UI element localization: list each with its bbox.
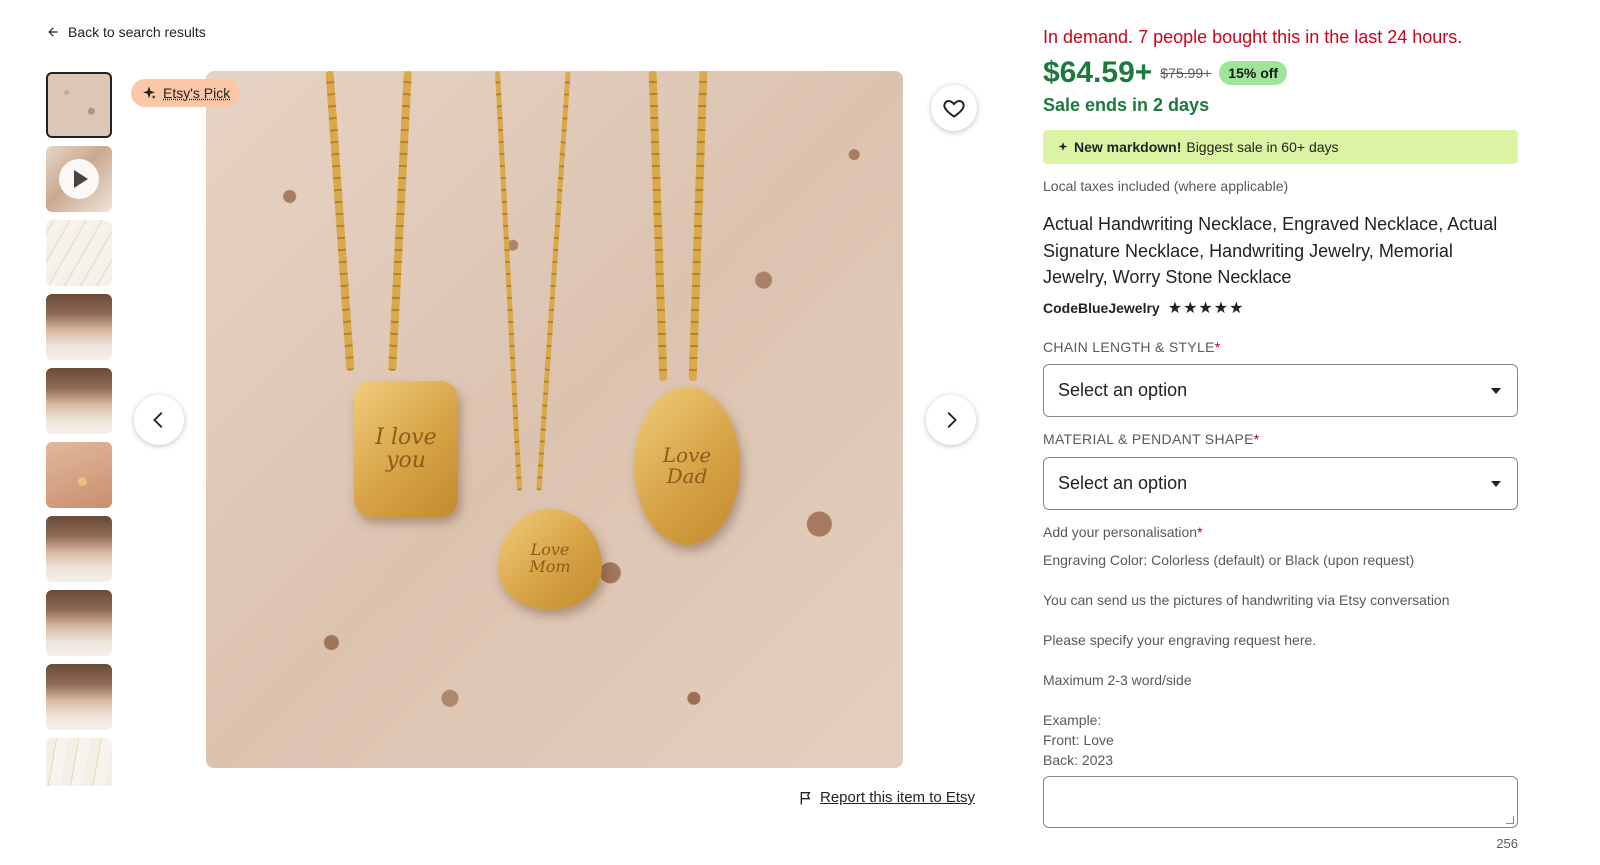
chain-option-label-text: CHAIN LENGTH & STYLE bbox=[1043, 339, 1215, 355]
next-image-button[interactable] bbox=[926, 395, 976, 445]
resize-handle-icon[interactable] bbox=[1506, 816, 1514, 824]
previous-image-button[interactable] bbox=[134, 395, 184, 445]
shop-name-link[interactable]: CodeBlueJewelry bbox=[1043, 300, 1160, 316]
demand-notice: In demand. 7 people bought this in the l… bbox=[1043, 27, 1463, 47]
chain bbox=[325, 71, 355, 371]
pendant-right-engraving: Love Dad bbox=[662, 443, 712, 488]
character-counter: 256 bbox=[1496, 836, 1518, 851]
material-option-label-text: MATERIAL & PENDANT SHAPE bbox=[1043, 431, 1254, 447]
taxes-note: Local taxes included (where applicable) bbox=[1043, 178, 1289, 194]
chevron-right-icon bbox=[947, 412, 957, 428]
back-link-label: Back to search results bbox=[68, 24, 206, 40]
rating-stars: ★★★★★ bbox=[1167, 300, 1245, 317]
required-mark: * bbox=[1197, 524, 1203, 540]
instruction-line: Please specify your engraving request he… bbox=[1043, 632, 1317, 648]
markdown-bold: New markdown! bbox=[1074, 139, 1182, 155]
thumbnail-1[interactable] bbox=[46, 72, 112, 138]
discount-badge: 15% off bbox=[1219, 61, 1288, 85]
pendant-middle-engraving: Love Mom bbox=[529, 540, 571, 576]
thumbnail-6[interactable] bbox=[46, 442, 112, 508]
shop-info: CodeBlueJewelry ★★★★★ bbox=[1043, 298, 1244, 318]
chevron-left-icon bbox=[153, 412, 163, 428]
thumbnail-3[interactable] bbox=[46, 220, 112, 286]
material-select-value: Select an option bbox=[1058, 473, 1188, 493]
instruction-line: You can send us the pictures of handwrit… bbox=[1043, 592, 1450, 608]
personalisation-label-text: Add your personalisation bbox=[1043, 524, 1198, 540]
pendant-left-engraving: I love you bbox=[375, 424, 437, 473]
chain-length-select[interactable]: Select an option bbox=[1043, 364, 1518, 417]
arrow-left-icon bbox=[48, 27, 58, 37]
etsys-pick-badge[interactable]: Etsy's Pick bbox=[131, 79, 241, 107]
back-to-search-link[interactable]: Back to search results bbox=[46, 24, 206, 40]
play-icon bbox=[59, 159, 99, 199]
chain bbox=[648, 71, 668, 382]
sale-ends-text: Sale ends in 2 days bbox=[1043, 95, 1210, 115]
required-mark: * bbox=[1214, 339, 1221, 355]
caret-down-icon bbox=[1491, 387, 1501, 394]
caret-down-icon bbox=[1491, 480, 1501, 487]
thumbnail-2-video[interactable] bbox=[46, 146, 112, 212]
product-title: Actual Handwriting Necklace, Engraved Ne… bbox=[1043, 214, 1498, 287]
favorite-button[interactable] bbox=[931, 85, 977, 131]
required-mark: * bbox=[1253, 431, 1260, 447]
etsys-pick-label: Etsy's Pick bbox=[163, 85, 231, 101]
example-line: Front: Love bbox=[1043, 732, 1114, 748]
chain bbox=[495, 71, 522, 491]
thumbnail-7[interactable] bbox=[46, 516, 112, 582]
chain bbox=[388, 71, 412, 372]
sparkle-icon bbox=[1058, 142, 1068, 151]
heart-icon bbox=[943, 99, 965, 118]
report-item-link[interactable]: Report this item to Etsy bbox=[798, 789, 975, 806]
flag-icon bbox=[800, 791, 811, 805]
thumbnail-9[interactable] bbox=[46, 664, 112, 730]
price-row: $64.59+ $75.99+ 15% off bbox=[1043, 56, 1288, 90]
thumbnail-8[interactable] bbox=[46, 590, 112, 656]
thumbnail-10[interactable] bbox=[46, 738, 112, 786]
sale-price: $64.59+ bbox=[1043, 56, 1153, 89]
markdown-banner: New markdown! Biggest sale in 60+ days bbox=[1043, 130, 1518, 164]
thumbnail-5[interactable] bbox=[46, 368, 112, 434]
pendant-right: Love Dad bbox=[634, 387, 740, 545]
personalisation-textarea[interactable] bbox=[1043, 776, 1518, 828]
markdown-text: Biggest sale in 60+ days bbox=[1186, 139, 1339, 155]
material-option-label: MATERIAL & PENDANT SHAPE* bbox=[1043, 431, 1260, 447]
chain bbox=[688, 71, 708, 382]
material-shape-select[interactable]: Select an option bbox=[1043, 457, 1518, 510]
personalisation-instructions: Engraving Color: Colorless (default) or … bbox=[1043, 550, 1518, 770]
chain-option-label: CHAIN LENGTH & STYLE* bbox=[1043, 339, 1220, 355]
thumbnail-strip bbox=[46, 72, 112, 786]
pendant-middle: Love Mom bbox=[498, 509, 602, 609]
instruction-line: Maximum 2-3 word/side bbox=[1043, 672, 1192, 688]
sparkle-icon bbox=[143, 86, 156, 99]
chain bbox=[536, 71, 571, 491]
original-price: $75.99+ bbox=[1160, 65, 1212, 81]
example-line: Back: 2023 bbox=[1043, 752, 1114, 768]
example-line: Example: bbox=[1043, 712, 1102, 728]
main-product-image: I love you Love Mom Love Dad bbox=[206, 71, 903, 768]
thumbnail-4[interactable] bbox=[46, 294, 112, 360]
personalisation-label: Add your personalisation* bbox=[1043, 524, 1203, 540]
pendant-left: I love you bbox=[354, 381, 458, 517]
chain-select-value: Select an option bbox=[1058, 380, 1188, 400]
instruction-line: Engraving Color: Colorless (default) or … bbox=[1043, 552, 1415, 568]
report-item-label: Report this item to Etsy bbox=[820, 789, 976, 806]
